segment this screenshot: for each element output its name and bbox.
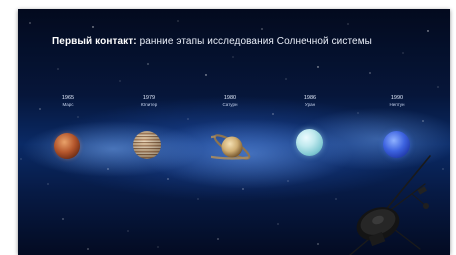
slide-title: Первый контакт: ранние этапы исследовани… bbox=[52, 36, 372, 47]
timeline-item-uranus: 1986 Уран bbox=[280, 95, 340, 108]
timeline-planet-name: Юпитер bbox=[140, 102, 158, 107]
timeline-planet-name: Уран bbox=[304, 102, 316, 107]
voyager-probe-image bbox=[349, 155, 431, 255]
timeline-item-neptune: 1990 Нептун bbox=[367, 95, 427, 108]
saturn-planet-image bbox=[211, 134, 251, 160]
slide-title-bold: Первый контакт: bbox=[52, 36, 137, 47]
timeline-item-saturn: 1980 Сатурн bbox=[200, 95, 260, 108]
jupiter-planet-image bbox=[133, 131, 161, 159]
mars-planet-image bbox=[54, 133, 80, 159]
timeline-item-jupiter: 1979 Юпитер bbox=[119, 95, 179, 108]
timeline-planet-name: Сатурн bbox=[222, 102, 238, 107]
timeline-planet-name: Марс bbox=[62, 102, 74, 107]
timeline-item-mars: 1965 Марс bbox=[38, 95, 98, 108]
timeline-year: 1980 bbox=[223, 95, 237, 101]
slide-title-subtitle: ранние этапы исследования Солнечной сист… bbox=[136, 36, 372, 47]
timeline-year: 1979 bbox=[142, 95, 156, 101]
timeline-year: 1990 bbox=[390, 95, 404, 101]
presentation-slide: Первый контакт: ранние этапы исследовани… bbox=[18, 9, 450, 255]
uranus-planet-image bbox=[296, 129, 323, 156]
timeline-year: 1965 bbox=[61, 95, 75, 101]
timeline-planet-name: Нептун bbox=[389, 102, 405, 107]
timeline-year: 1986 bbox=[303, 95, 317, 101]
